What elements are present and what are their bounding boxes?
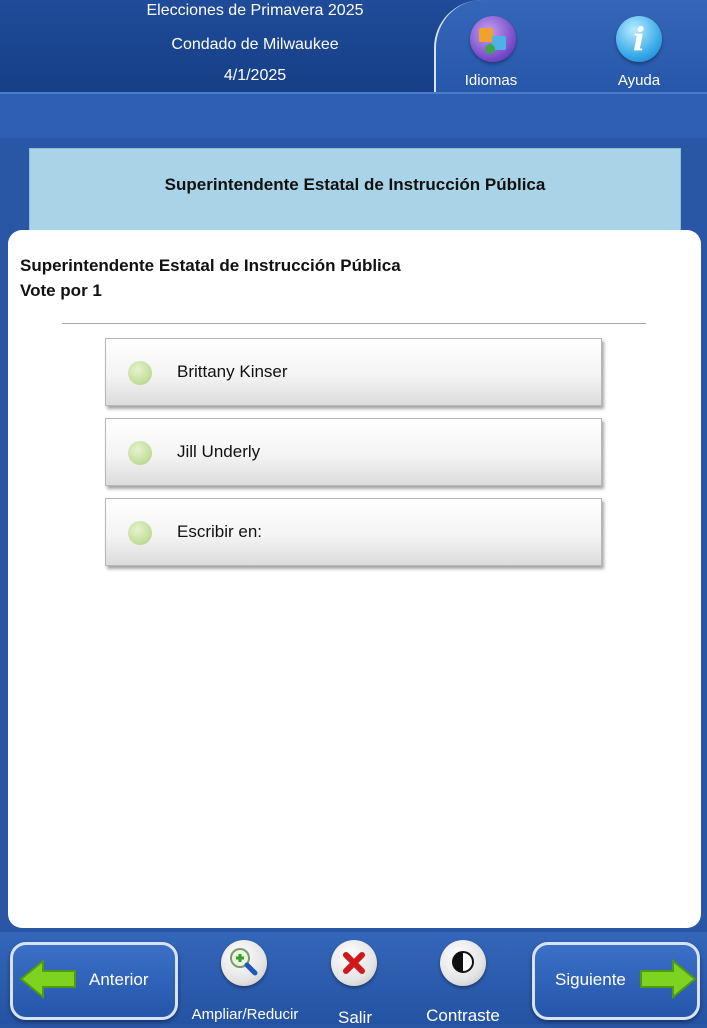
previous-label: Anterior (89, 970, 149, 989)
selection-bubble[interactable] (128, 521, 152, 545)
header: Elecciones de Primavera 2025 Condado de … (0, 0, 707, 94)
candidate-option-brittany-kinser[interactable]: Brittany Kinser (105, 338, 602, 406)
banner-title: Superintendente Estatal de Instrucción P… (164, 175, 546, 194)
info-icon: i (616, 16, 662, 62)
header-subbar (0, 92, 707, 138)
help-button[interactable]: i Ayuda (594, 10, 684, 92)
candidate-name: Brittany Kinser (177, 362, 288, 381)
arrow-right-icon (640, 959, 697, 999)
contest-title: Superintendente Estatal de Instrucción P… (20, 256, 401, 275)
selection-bubble[interactable] (128, 441, 152, 465)
vote-for-instruction: Vote por 1 (20, 281, 102, 300)
magnifier-plus-icon (221, 940, 267, 986)
languages-icon (470, 16, 516, 62)
header-tools: Idiomas i Ayuda (434, 0, 707, 94)
divider (62, 323, 646, 324)
candidate-name: Jill Underly (177, 442, 261, 461)
help-label: Ayuda (617, 72, 661, 89)
exit-label: Salir (337, 1008, 372, 1027)
x-icon (331, 940, 377, 986)
ballot-panel: Superintendente Estatal de Instrucción P… (8, 230, 701, 928)
contrast-icon (440, 940, 486, 986)
previous-button[interactable]: Anterior (10, 942, 178, 1020)
arrow-left-icon (19, 959, 76, 999)
languages-label: Idiomas (464, 72, 518, 89)
contest-banner: Superintendente Estatal de Instrucción P… (29, 148, 681, 234)
write-in-option[interactable]: Escribir en: (105, 498, 602, 566)
footer-toolbar: Anterior Ampliar/Reducir Salir Contraste… (0, 932, 707, 1027)
next-button[interactable]: Siguiente (532, 942, 700, 1020)
write-in-label: Escribir en: (177, 522, 263, 541)
candidate-option-jill-underly[interactable]: Jill Underly (105, 418, 602, 486)
contrast-label: Contraste (426, 1006, 500, 1025)
languages-button[interactable]: Idiomas (446, 10, 536, 92)
election-name: Elecciones de Primavera 2025 (146, 2, 364, 19)
selection-bubble[interactable] (128, 361, 152, 385)
zoom-label: Ampliar/Reducir (191, 1006, 299, 1023)
next-label: Siguiente (555, 970, 626, 989)
